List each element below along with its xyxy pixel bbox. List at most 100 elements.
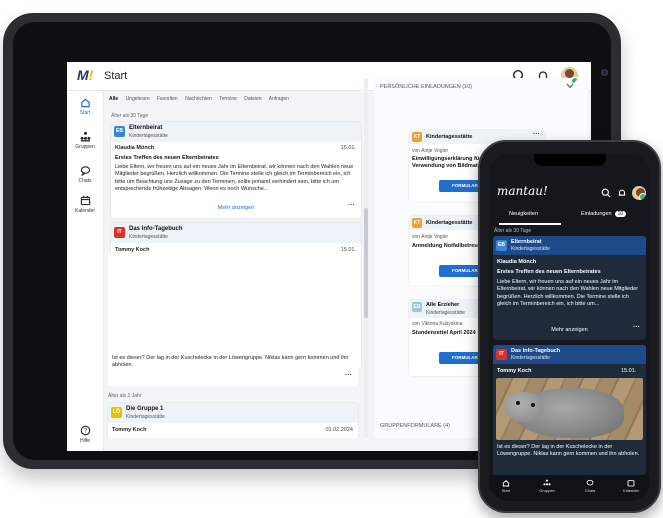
- phone-screen: mantau! Neuigkeiten Einladungen 10 Älter …: [489, 154, 650, 501]
- nav-label: Chats: [584, 488, 596, 493]
- sidebar-item-groups[interactable]: Gruppen: [67, 131, 103, 150]
- online-status-dot: [639, 193, 646, 200]
- chat-icon: [586, 479, 594, 486]
- calendar-icon: [627, 480, 635, 487]
- card-header[interactable]: LÖ Die Gruppe 1 Kindertagesstätte: [108, 403, 358, 423]
- groups-icon: [543, 479, 551, 486]
- stuffed-sheep-image: [504, 388, 624, 438]
- card-header[interactable]: EB Elternbeirat Kindertagesstätte: [493, 236, 646, 255]
- post-date: 15.01.: [621, 368, 637, 374]
- more-options-icon[interactable]: ···: [348, 202, 355, 209]
- post-title: Erstes Treffen des neuen Elternbeirates: [115, 155, 219, 161]
- age-divider: Älter als 1 Jahr: [108, 393, 142, 399]
- sidebar-item-label: Chats: [78, 178, 92, 184]
- more-options-icon[interactable]: ···: [633, 324, 640, 331]
- sidebar-item-label: Gruppen: [75, 144, 95, 150]
- help-icon: ?: [80, 425, 90, 436]
- post-body: Liebe Eltern, wir freuen uns auf ein neu…: [115, 164, 354, 193]
- card-header[interactable]: EB Elternbeirat Kindertagesstätte: [111, 122, 361, 142]
- group-name: Die Gruppe 1: [126, 406, 164, 412]
- group-name: Elternbeirat: [129, 125, 163, 131]
- feed-scrollbar[interactable]: [364, 78, 368, 438]
- group-name: Das Info-Tagebuch: [129, 226, 183, 232]
- phone-device: mantau! Neuigkeiten Einladungen 10 Älter …: [478, 140, 661, 513]
- tab-nachrichten[interactable]: Nachrichten: [185, 96, 212, 102]
- group-name: Kindertagesstätte: [426, 134, 473, 140]
- tab-anfragen[interactable]: Anfragen: [269, 96, 289, 102]
- tab-dateien[interactable]: Dateien: [244, 96, 261, 102]
- show-more-link[interactable]: Mehr anzeigen: [111, 205, 361, 211]
- nav-kalender[interactable]: Kalender: [616, 480, 646, 493]
- feed-card-continued: Ist es dieser? Der lag in der Kuscheleck…: [108, 254, 358, 386]
- tab-favoriten[interactable]: Favoriten: [157, 96, 178, 102]
- post-date: 15.01.: [340, 247, 356, 253]
- age-divider: Älter als 30 Tage: [494, 228, 532, 234]
- sidebar-item-chats[interactable]: Chats: [67, 165, 103, 184]
- tab-einladungen[interactable]: Einladungen 10: [581, 211, 627, 217]
- feed-card: LÖ Die Gruppe 1 Kindertagesstätte Tommy …: [108, 403, 358, 438]
- svg-text:?: ?: [83, 429, 87, 435]
- group-name: Das Info-Tagebuch: [511, 348, 561, 354]
- post-author: Tommy Koch: [112, 427, 147, 433]
- bell-icon[interactable]: [617, 188, 627, 198]
- nav-start[interactable]: Start: [491, 480, 521, 493]
- post-body: Liebe Eltern, wir freuen uns auf ein neu…: [497, 279, 639, 307]
- post-author: Klaudia Mönch: [115, 145, 155, 151]
- group-badge: KT: [412, 132, 422, 142]
- app-logo[interactable]: M!: [77, 67, 93, 83]
- sidebar-item-calendar[interactable]: Kalender: [67, 195, 103, 214]
- group-type: Kindertagesstätte: [126, 414, 165, 420]
- tab-alle[interactable]: Alle: [109, 96, 118, 102]
- post-photo[interactable]: [496, 378, 643, 440]
- nav-label: Gruppen: [539, 488, 555, 493]
- group-name: Elternbeirat: [511, 239, 542, 245]
- group-name: Kindertagesstätte: [426, 220, 473, 226]
- tab-ungelesen[interactable]: Ungelesen: [126, 96, 150, 102]
- nav-label: Kalender: [622, 488, 639, 493]
- tab-neuigkeiten[interactable]: Neuigkeiten: [509, 211, 538, 217]
- phone-app-logo[interactable]: mantau!: [497, 184, 548, 198]
- post-body: Ist es dieser? Der lag in der Kuscheleck…: [112, 355, 349, 369]
- phone-notch: [534, 154, 606, 166]
- search-icon[interactable]: [601, 188, 611, 198]
- tab-label: Einladungen: [581, 211, 612, 217]
- sidebar-item-label: Hilfe: [79, 438, 90, 444]
- nav-gruppen[interactable]: Gruppen: [532, 479, 562, 493]
- invitation-sender: von Antje Vogler: [412, 148, 449, 154]
- sidebar-item-label: Start: [79, 110, 91, 116]
- group-type: Kindertagesstätte: [129, 234, 168, 240]
- phone-feed-card: EB Elternbeirat Kindertagesstätte Klaudi…: [493, 236, 646, 340]
- post-date: 15.01.: [340, 145, 356, 151]
- post-author: Tommy Koch: [497, 368, 532, 374]
- card-header[interactable]: IT Das Info-Tagebuch Kindertagesstätte: [493, 345, 646, 364]
- online-status-dot: [571, 77, 578, 84]
- group-badge: IT: [114, 227, 125, 238]
- tab-termine[interactable]: Termine: [219, 96, 237, 102]
- tablet-camera: [601, 69, 608, 76]
- group-type: Kindertagesstätte: [511, 355, 550, 361]
- feed-card: EB Elternbeirat Kindertagesstätte Klaudi…: [111, 122, 361, 218]
- group-badge: LÖ: [111, 407, 122, 418]
- group-forms-header: GRUPPENFORMULARE (4): [380, 423, 450, 429]
- card-header[interactable]: IT Das Info-Tagebuch Kindertagesstätte: [111, 223, 361, 243]
- group-badge: EB: [114, 126, 125, 137]
- group-type: Kindertagesstätte: [426, 310, 465, 316]
- post-author: Tommy Koch: [115, 247, 150, 253]
- nav-chats[interactable]: Chats: [575, 479, 605, 493]
- invitations-header: PERSÖNLICHE EINLADUNGEN (10): [380, 84, 472, 90]
- avatar[interactable]: [632, 186, 646, 200]
- group-name: Alle Erzieher: [426, 302, 460, 308]
- show-more-link[interactable]: Mehr anzeigen: [493, 327, 646, 333]
- nav-label: Start: [501, 488, 511, 493]
- post-body: Ist es dieser? Der lag in der Kuscheleck…: [497, 444, 640, 458]
- phone-bottom-nav: Start Gruppen Chats Kalender: [489, 475, 650, 501]
- post-author: Klaudia Mönch: [497, 259, 537, 265]
- sidebar-item-start[interactable]: Start: [67, 97, 103, 116]
- invitation-count-badge: 10: [614, 211, 627, 217]
- more-options-icon[interactable]: ···: [533, 131, 540, 138]
- sidebar-item-help[interactable]: ? Hilfe: [67, 425, 103, 444]
- active-tab-indicator: [499, 223, 561, 225]
- more-options-icon[interactable]: ···: [345, 372, 352, 379]
- phone-feed-card: IT Das Info-Tagebuch Kindertagesstätte T…: [493, 345, 646, 475]
- calendar-icon: [80, 195, 90, 206]
